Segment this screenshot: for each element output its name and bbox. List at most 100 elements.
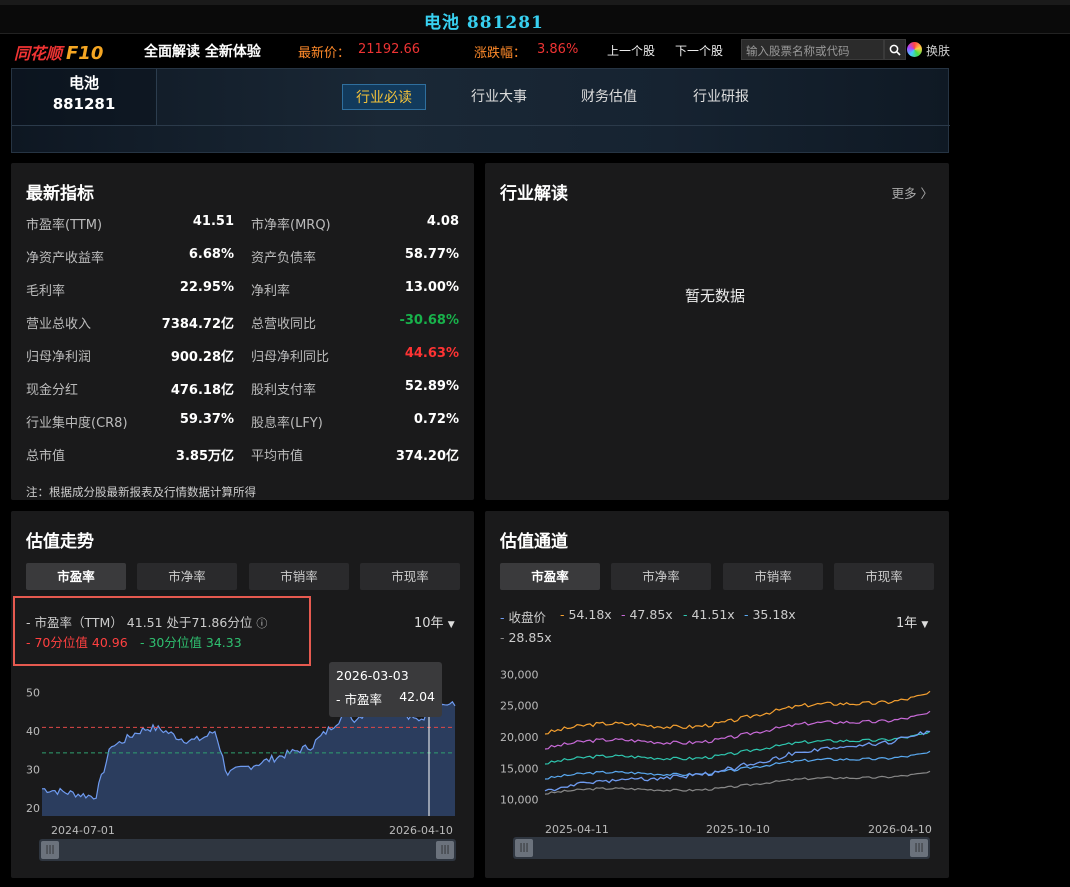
stock-header: 电池 881281 行业必读 行业大事 财务估值 行业研报 (11, 68, 950, 153)
slider-handle-left[interactable]: ||| (515, 839, 533, 857)
tooltip-date: 2026-03-03 (336, 668, 409, 683)
trend-seg-ps[interactable]: 市销率 (249, 563, 349, 590)
y-tick-label: 40 (26, 725, 40, 738)
skin-button[interactable]: 换肤 (926, 42, 950, 59)
search-input[interactable]: 输入股票名称或代码 (741, 39, 884, 60)
tooltip-value: 42.04 (399, 689, 435, 704)
indicator-label: 市净率(MRQ) (251, 218, 331, 233)
indicator-label: 总市值 (26, 449, 66, 464)
chart-tooltip: 2026-03-03 - 市盈率 42.04 (329, 662, 442, 717)
indicator-value: 0.72% (413, 412, 459, 427)
legend-item[interactable]: - 28.85x (500, 630, 552, 645)
y-tick-label: 50 (26, 687, 40, 700)
y-tick-label: 25,000 (500, 700, 539, 713)
indicator-value: 22.95% (179, 280, 234, 295)
indicator-label: 股息率(LFY) (251, 416, 323, 431)
indicator-label: 现金分红 (26, 383, 79, 398)
y-tick-label: 30 (26, 764, 40, 777)
trend-title: 估值走势 (26, 532, 94, 552)
indicator-label: 净利率 (251, 284, 291, 299)
tab-industry-events[interactable]: 行业大事 (458, 84, 540, 110)
indicator-label: 毛利率 (26, 284, 66, 299)
indicator-value: 44.63% (404, 346, 459, 361)
indicator-value: 900.28亿 (170, 350, 234, 365)
indicator-value: -30.68% (399, 313, 459, 328)
price-label: 最新价： (298, 46, 351, 61)
channel-seg-pb[interactable]: 市净率 (611, 563, 711, 590)
price-value: 21192.66 (358, 42, 421, 57)
indicator-value: 374.20亿 (395, 449, 459, 464)
trend-seg-pcf[interactable]: 市现率 (360, 563, 460, 590)
indicator-value: 4.08 (426, 214, 459, 229)
tab-industry-research[interactable]: 行业研报 (680, 84, 762, 110)
indicator-label: 总营收同比 (251, 317, 317, 332)
channel-band-line (544, 710, 931, 750)
trend-period-select[interactable]: 10年 ▼ (414, 612, 455, 631)
search-button[interactable] (884, 39, 906, 60)
close-price-line (544, 730, 931, 792)
x-tick-label: 2024-07-01 (51, 824, 115, 836)
slider-handle-right[interactable]: ||| (910, 839, 928, 857)
indicator-label: 市盈率(TTM) (26, 218, 103, 233)
channel-seg-pe[interactable]: 市盈率 (500, 563, 600, 590)
legend-item[interactable]: - 35.18x (744, 607, 796, 622)
slider-handle-right[interactable]: ||| (436, 841, 454, 859)
industry-interpretation-panel: 行业解读 更多 〉 暂无数据 (485, 163, 949, 500)
highlight-box (13, 596, 311, 666)
chevron-down-icon: ▼ (921, 620, 929, 630)
indicator-value: 6.68% (188, 247, 234, 262)
channel-chart[interactable]: 30,000 25,000 20,000 15,000 10,000 2025-04-11… (485, 656, 949, 836)
next-stock-button[interactable]: 下一个股 (675, 42, 723, 59)
indicator-label: 净资产收益率 (26, 251, 105, 266)
channel-band-line (544, 690, 931, 735)
ths-logo: 同花顺 F10 (14, 43, 104, 64)
channel-period-select[interactable]: 1年 ▼ (896, 612, 928, 631)
indicator-label: 平均市值 (251, 449, 304, 464)
prev-stock-button[interactable]: 上一个股 (607, 42, 655, 59)
indicator-value: 7384.72亿 (161, 317, 234, 332)
palette-icon[interactable] (907, 42, 922, 57)
y-tick-label: 20,000 (500, 731, 539, 744)
slogan: 全面解读 全新体验 (144, 44, 261, 60)
y-tick-label: 15,000 (500, 762, 539, 775)
indicator-label: 归母净利同比 (251, 350, 330, 365)
tooltip-label: - 市盈率 (336, 692, 382, 707)
change-label: 涨跌幅： (474, 46, 527, 61)
top-menu-strip (0, 0, 1070, 5)
trend-range-slider[interactable]: ||| ||| (39, 839, 456, 861)
y-tick-label: 10,000 (500, 794, 539, 807)
channel-seg-ps[interactable]: 市销率 (723, 563, 823, 590)
y-tick-label: 20 (26, 802, 40, 815)
pe-area (42, 701, 455, 816)
trend-seg-pe[interactable]: 市盈率 (26, 563, 126, 590)
indicators-title: 最新指标 (26, 184, 94, 204)
more-link[interactable]: 更多 〉 (892, 183, 933, 202)
indicator-label: 股利支付率 (251, 383, 317, 398)
window-titlebar: 电池 881281 (0, 0, 1070, 34)
change-value: 3.86% (537, 42, 579, 57)
stock-id-box: 电池 881281 (12, 69, 157, 125)
x-tick-label: 2025-10-10 (706, 823, 770, 836)
legend-item[interactable]: - 54.18x (560, 607, 612, 622)
trend-seg-pb[interactable]: 市净率 (137, 563, 237, 590)
channel-band-line (544, 770, 931, 795)
channel-range-slider[interactable]: ||| ||| (513, 837, 930, 859)
channel-title: 估值通道 (500, 532, 568, 552)
legend-item[interactable]: - 41.51x (683, 607, 735, 622)
stock-code: 881281 (52, 95, 116, 113)
tab-industry-must-read[interactable]: 行业必读 (342, 84, 426, 110)
y-tick-label: 30,000 (500, 668, 539, 681)
latest-indicators-panel: 最新指标 市盈率(TTM) 41.51 市净率(MRQ) 4.08 净资产收益率 6.68… (11, 163, 474, 500)
tab-financial-valuation[interactable]: 财务估值 (568, 84, 650, 110)
indicator-value: 52.89% (404, 379, 459, 394)
indicators-note: 注：根据成分股最新报表及行情数据计算所得 (26, 485, 256, 499)
channel-seg-pcf[interactable]: 市现率 (834, 563, 934, 590)
indicator-label: 资产负债率 (251, 251, 317, 266)
indicator-value: 58.77% (404, 247, 459, 262)
slider-handle-left[interactable]: ||| (41, 841, 59, 859)
stock-name: 电池 (68, 74, 99, 92)
legend-item[interactable]: - 收盘价 (500, 607, 546, 626)
indicator-value: 476.18亿 (170, 383, 234, 398)
legend-item[interactable]: - 47.85x (621, 607, 673, 622)
industry-title: 行业解读 (500, 184, 568, 204)
